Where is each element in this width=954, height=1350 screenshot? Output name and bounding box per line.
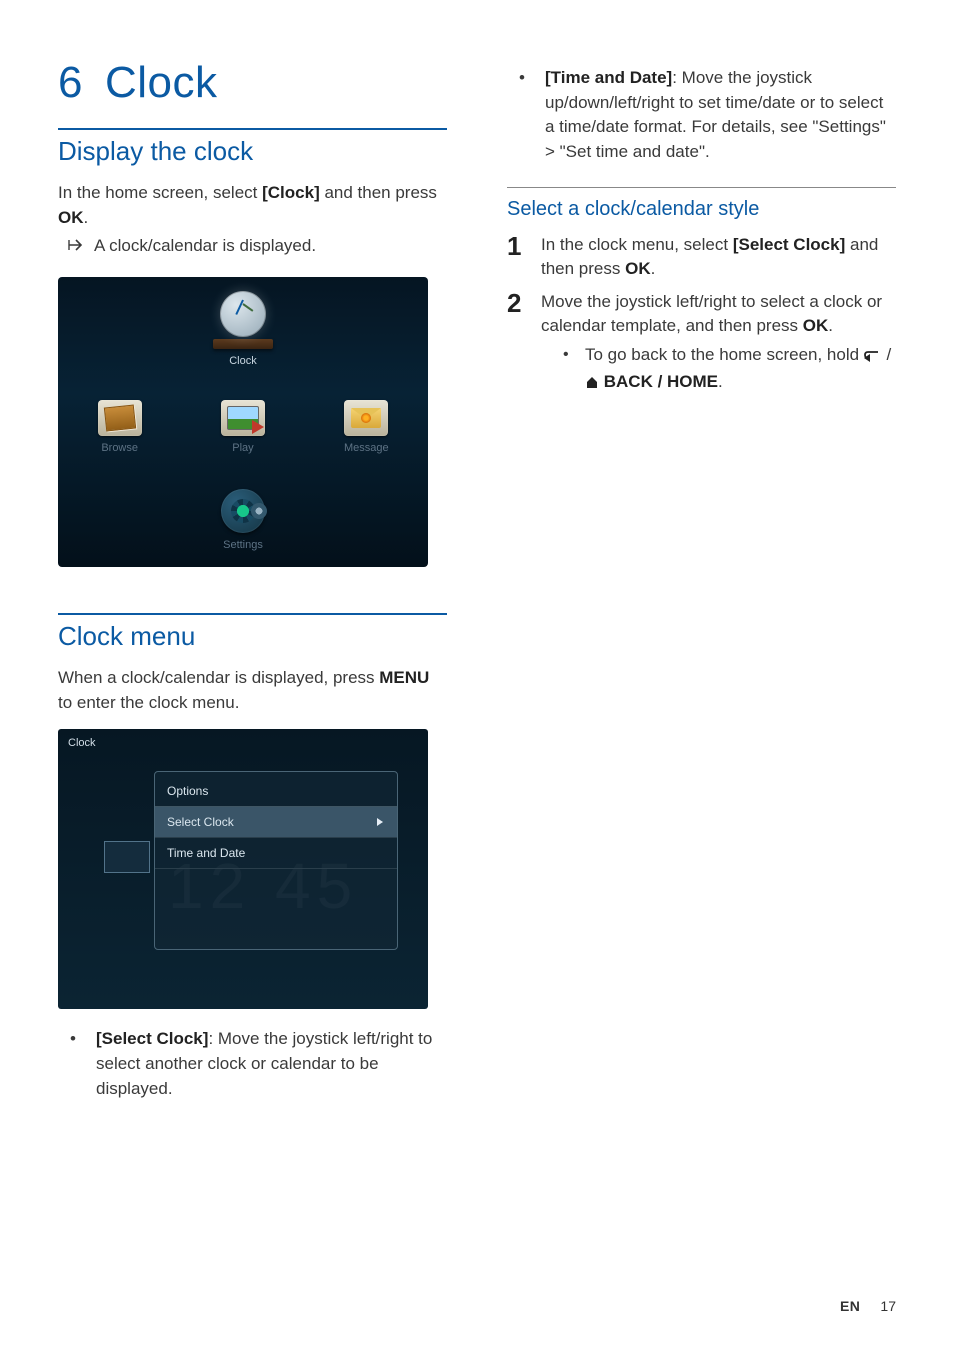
options-header: Options [155,782,397,807]
para-display-clock: In the home screen, select [Clock] and t… [58,181,447,230]
subsection-rule [507,187,896,188]
tile-browse-label: Browse [101,442,138,454]
page-footer: EN 17 [840,1298,896,1314]
section-title-display-clock: Display the clock [58,136,447,167]
tile-message-label: Message [344,442,389,454]
arrow-right-icon [68,234,84,263]
browse-icon [98,400,142,436]
bullet-select-clock: [Select Clock]: Move the joystick left/r… [58,1027,447,1101]
options-panel: Options Select Clock Time and Date [154,771,398,950]
result-line: A clock/calendar is displayed. [58,234,447,263]
subsection-title: Select a clock/calendar style [507,198,896,221]
clock-base [213,339,273,349]
home-icon [585,372,599,397]
footer-lang: EN [840,1298,860,1314]
message-icon [344,400,388,436]
settings-icon [221,489,265,533]
play-icon [221,400,265,436]
tile-play-label: Play [232,442,253,454]
clock-icon [220,291,266,337]
screenshot-clock-menu: Clock 12 45 Options Select Clock Time an… [58,729,428,1009]
tile-play: Play [203,400,283,454]
screenshot-home: Clock Browse Play Message [58,277,428,567]
result-text: A clock/calendar is displayed. [94,234,316,259]
section-rule [58,613,447,615]
chapter-title: 6 Clock [58,60,447,106]
tile-message: Message [326,400,406,454]
tile-settings: Settings [203,489,283,551]
section-rule [58,128,447,130]
footer-page: 17 [880,1298,896,1314]
back-arrow-icon [864,345,882,370]
clock-thumbnail [104,841,150,873]
step-2-sub: To go back to the home screen, hold / BA… [541,343,896,396]
para-clock-menu: When a clock/calendar is displayed, pres… [58,666,447,715]
bullet-time-and-date: [Time and Date]: Move the joystick up/do… [507,66,896,165]
step-1: In the clock menu, select [Select Clock]… [507,233,896,282]
chapter-number: 6 [58,58,83,107]
row-time-and-date: Time and Date [155,838,397,869]
tile-settings-label: Settings [223,539,263,551]
row-select-clock: Select Clock [155,807,397,838]
step-2: Move the joystick left/right to select a… [507,290,896,397]
section-title-clock-menu: Clock menu [58,621,447,652]
tile-browse: Browse [80,400,160,454]
chevron-right-icon [375,817,385,827]
breadcrumb: Clock [68,737,96,749]
tile-clock-label: Clock [229,355,257,367]
tile-clock: Clock [203,291,283,367]
chapter-name: Clock [105,58,218,107]
